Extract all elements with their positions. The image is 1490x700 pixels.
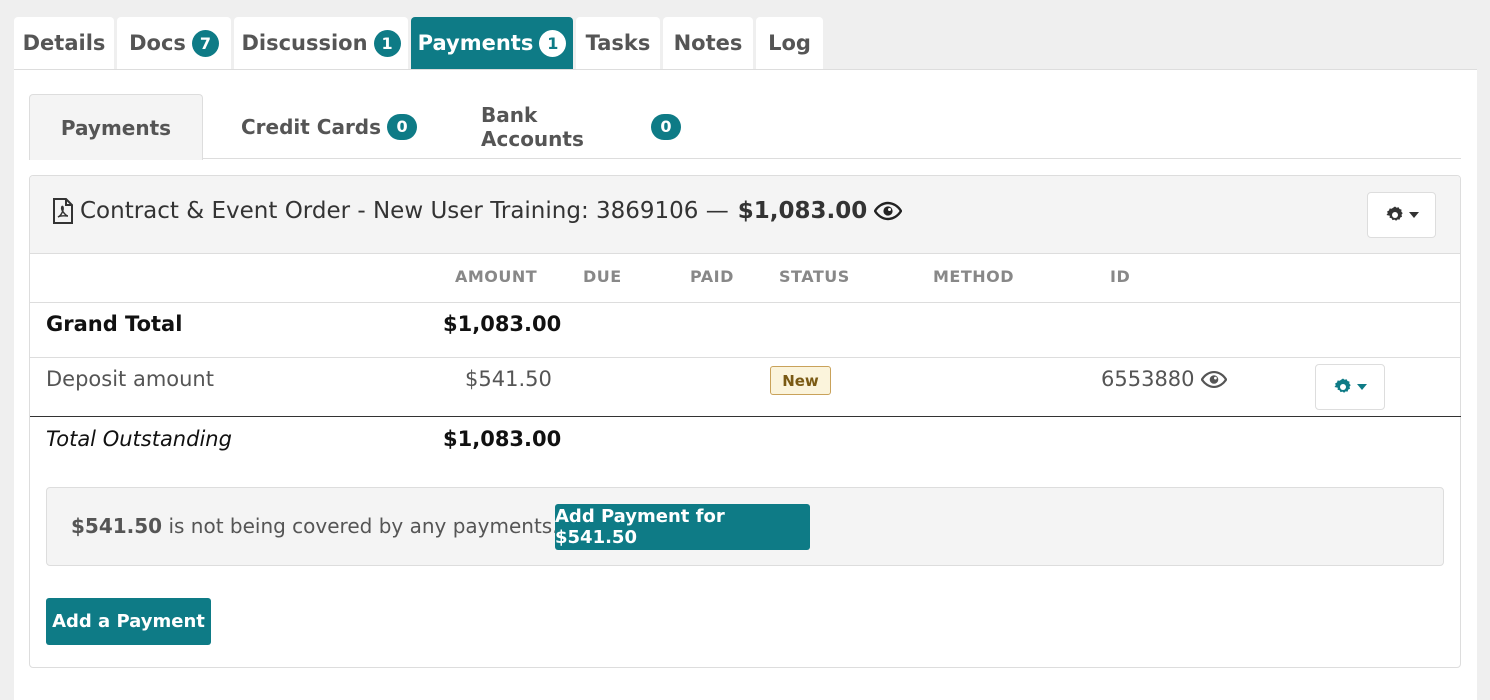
order-amount: $1,083.00 <box>737 198 868 224</box>
eye-icon[interactable] <box>1200 370 1227 389</box>
tab-label: Payments <box>417 31 534 55</box>
tab-count-badge: 7 <box>191 29 219 57</box>
subtab-label: Payments <box>60 115 172 140</box>
col-header-method: METHOD <box>933 267 1015 286</box>
subtab-credit-cards[interactable]: Credit Cards 0 <box>239 94 419 159</box>
tab-label: Tasks <box>585 31 651 55</box>
total-divider <box>30 416 1461 417</box>
subtab-label: Bank Accounts <box>481 102 584 151</box>
subtab-count-badge: 0 <box>651 113 681 140</box>
tab-label: Notes <box>673 31 743 55</box>
status-badge: New <box>770 366 831 395</box>
tab-discussion[interactable]: Discussion 1 <box>234 17 408 69</box>
col-header-amount: AMOUNT <box>455 267 538 286</box>
divider <box>30 302 1461 303</box>
deposit-amount: $541.50 <box>465 367 552 391</box>
gear-icon <box>1385 205 1405 225</box>
subtab-label: Credit Cards <box>240 114 382 139</box>
tab-log[interactable]: Log <box>756 17 823 69</box>
add-payment-for-amount-button[interactable]: Add Payment for $541.50 <box>555 504 810 550</box>
divider <box>30 357 1461 358</box>
gear-icon <box>1333 377 1353 397</box>
tab-label: Docs <box>129 31 186 55</box>
deposit-label: Deposit amount <box>46 367 214 391</box>
order-title: Contract & Event Order - New User Traini… <box>52 198 903 224</box>
payments-panel: Payments Credit Cards 0 Bank Accounts 0 … <box>14 69 1477 700</box>
tab-label: Log <box>768 31 811 55</box>
tab-tasks[interactable]: Tasks <box>576 17 660 69</box>
total-outstanding-label: Total Outstanding <box>46 427 232 451</box>
tab-count-badge: 1 <box>539 29 567 57</box>
col-header-id: ID <box>1110 267 1131 286</box>
chevron-down-icon <box>1357 384 1367 390</box>
col-header-due: DUE <box>583 267 622 286</box>
tab-label: Discussion <box>241 31 368 55</box>
uncovered-amount: $541.50 <box>71 514 163 538</box>
grand-total-label: Grand Total <box>46 312 183 336</box>
deposit-id: 6553880 <box>1101 367 1227 391</box>
col-header-paid: PAID <box>690 267 734 286</box>
order-header: Contract & Event Order - New User Traini… <box>30 176 1460 254</box>
deposit-settings-button[interactable] <box>1315 364 1385 410</box>
subtab-payments[interactable]: Payments <box>29 94 203 160</box>
subtab-count-badge: 0 <box>387 113 418 140</box>
tab-docs[interactable]: Docs 7 <box>117 17 231 69</box>
order-settings-button[interactable] <box>1367 192 1436 238</box>
uncovered-amount-notice: $541.50 is not being covered by any paym… <box>46 487 1444 566</box>
tab-details[interactable]: Details <box>14 17 114 69</box>
tab-label: Details <box>22 31 106 55</box>
top-tab-bar: Details Docs 7 Discussion 1 Payments 1 T… <box>14 17 826 69</box>
deposit-id-value: 6553880 <box>1101 367 1195 391</box>
order-title-text: Contract & Event Order - New User Traini… <box>80 198 729 224</box>
order-payment-card: Contract & Event Order - New User Traini… <box>29 175 1461 668</box>
tab-count-badge: 1 <box>373 29 401 57</box>
tab-payments[interactable]: Payments 1 <box>411 17 573 69</box>
grand-total-amount: $1,083.00 <box>443 312 562 336</box>
col-header-status: STATUS <box>779 267 850 286</box>
total-outstanding-amount: $1,083.00 <box>443 427 562 451</box>
eye-icon[interactable] <box>874 201 903 221</box>
payments-sub-tab-bar: Payments Credit Cards 0 Bank Accounts 0 <box>29 94 1461 160</box>
uncovered-message: $541.50 is not being covered by any paym… <box>71 514 559 538</box>
chevron-down-icon <box>1408 212 1419 218</box>
uncovered-text: is not being covered by any payments. <box>162 514 559 538</box>
tab-notes[interactable]: Notes <box>663 17 753 69</box>
pdf-file-icon[interactable] <box>52 198 74 224</box>
subtab-bank-accounts[interactable]: Bank Accounts 0 <box>481 94 681 159</box>
add-payment-button[interactable]: Add a Payment <box>46 598 211 645</box>
